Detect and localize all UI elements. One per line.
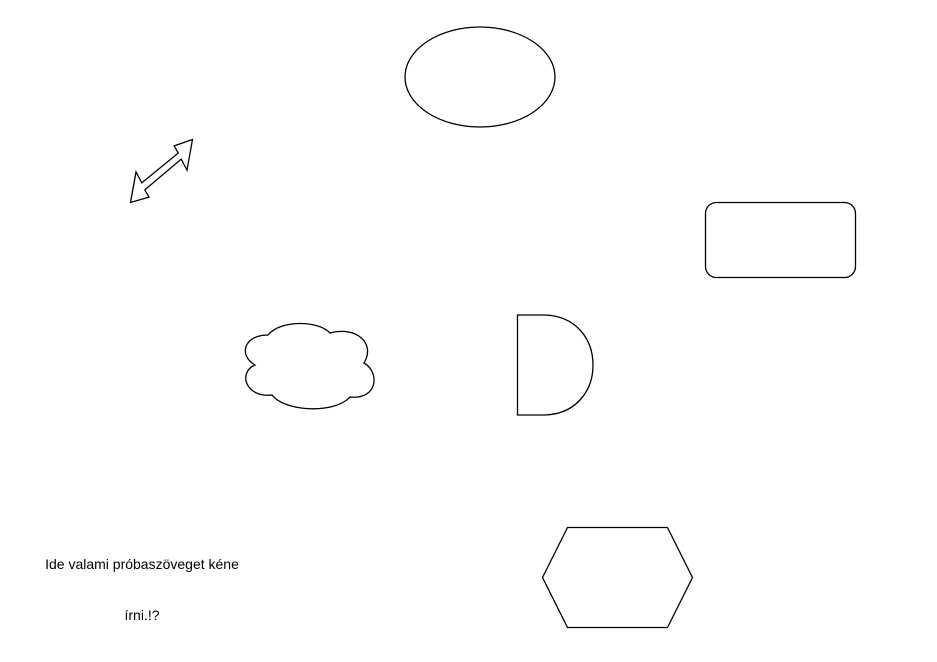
ellipse-shape[interactable] xyxy=(404,26,556,128)
text-label-line-2: írni.!? xyxy=(124,607,160,623)
text-label[interactable]: Ide valami próbaszöveget kéne írni.!? xyxy=(22,522,262,641)
hexagon-shape[interactable] xyxy=(541,526,694,629)
cloud-shape[interactable] xyxy=(244,322,375,410)
text-label-line-1: Ide valami próbaszöveget kéne xyxy=(45,556,239,572)
rounded-rectangle-shape[interactable] xyxy=(704,201,857,279)
delay-shape[interactable] xyxy=(516,314,594,416)
double-arrow-shape[interactable] xyxy=(129,138,194,204)
